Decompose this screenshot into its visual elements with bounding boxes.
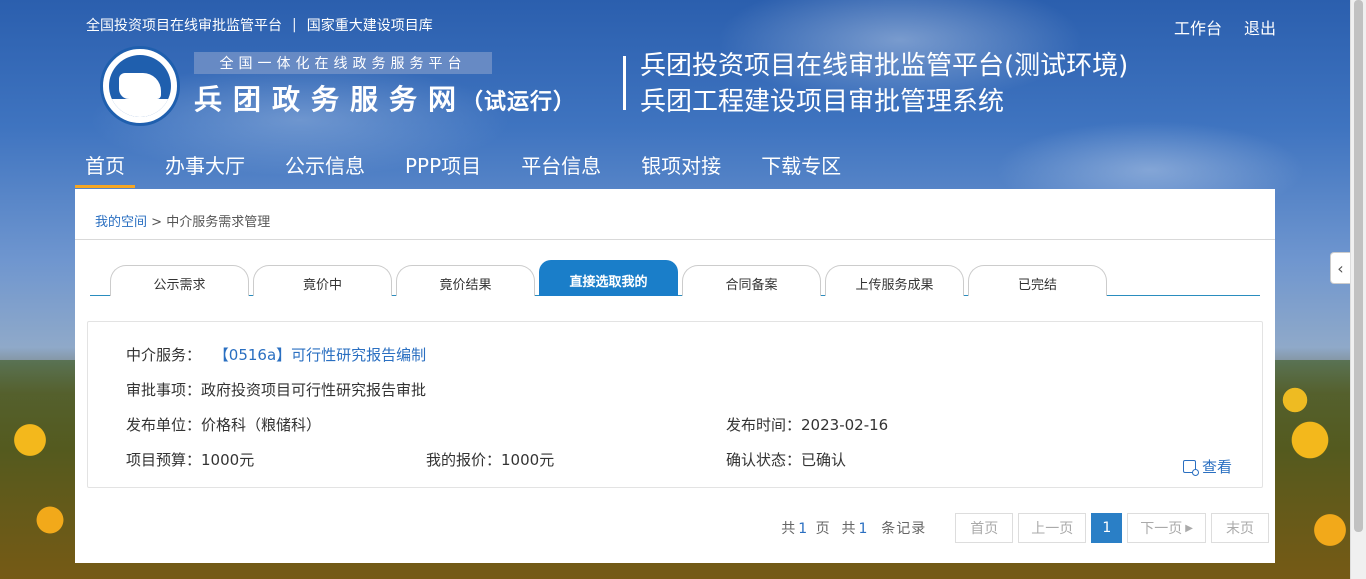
nav-item-service-hall[interactable]: 办事大厅 bbox=[155, 140, 255, 188]
last-page-button[interactable]: 末页 bbox=[1211, 513, 1269, 543]
confirm-status-value: 已确认 bbox=[801, 451, 847, 469]
nav-item-ppp[interactable]: PPP项目 bbox=[395, 140, 491, 188]
top-link-national-platform[interactable]: 全国投资项目在线审批监管平台 bbox=[86, 15, 282, 35]
breadcrumb-home[interactable]: 我的空间 bbox=[95, 215, 147, 230]
user-links: 工作台 退出 bbox=[1174, 15, 1276, 39]
publisher-value: 价格科（粮储科） bbox=[201, 416, 322, 434]
nav-item-home[interactable]: 首页 bbox=[75, 140, 135, 188]
site-logo[interactable] bbox=[100, 46, 180, 126]
tab-completed[interactable]: 已完结 bbox=[968, 265, 1107, 296]
top-links: 全国投资项目在线审批监管平台 | 国家重大建设项目库 bbox=[86, 15, 433, 35]
approval-value: 政府投资项目可行性研究报告审批 bbox=[201, 381, 427, 399]
total-records-prefix: 共 bbox=[841, 521, 857, 537]
nav-item-platform-info[interactable]: 平台信息 bbox=[511, 140, 611, 188]
publisher-field: 发布单位：价格科（粮储科） bbox=[126, 414, 321, 435]
logout-link[interactable]: 退出 bbox=[1244, 15, 1276, 39]
title-divider bbox=[623, 56, 626, 110]
my-quote-field: 我的报价：1000元 bbox=[426, 449, 554, 470]
publish-time-field: 发布时间：2023-02-16 bbox=[726, 414, 888, 435]
top-link-project-library[interactable]: 国家重大建设项目库 bbox=[307, 15, 433, 35]
confirm-status-label: 确认状态： bbox=[726, 451, 802, 469]
approval-row: 审批事项：政府投资项目可行性研究报告审批 bbox=[126, 379, 426, 400]
breadcrumb-current: 中介服务需求管理 bbox=[166, 215, 271, 230]
tab-upload-results[interactable]: 上传服务成果 bbox=[825, 265, 964, 296]
publish-time-label: 发布时间： bbox=[726, 416, 802, 434]
tab-bid-results[interactable]: 竟价结果 bbox=[396, 265, 535, 296]
total-records: 1 bbox=[858, 521, 869, 537]
top-link-separator: | bbox=[292, 17, 297, 33]
service-row: 中介服务： 【0516a】可行性研究报告编制 bbox=[126, 344, 426, 365]
vertical-scrollbar[interactable] bbox=[1350, 0, 1366, 579]
site-name-text: 兵团政务服务网 bbox=[194, 83, 468, 116]
site-name-suffix: （试运行） bbox=[461, 90, 577, 115]
main-nav: 首页 办事大厅 公示信息 PPP项目 平台信息 银项对接 下载专区 bbox=[75, 140, 871, 188]
budget-label: 项目预算： bbox=[126, 451, 202, 469]
budget-value: 1000元 bbox=[201, 451, 255, 469]
platform-title: 兵团投资项目在线审批监管平台(测试环境) 兵团工程建设项目审批管理系统 bbox=[640, 48, 1128, 120]
pagination-info: 共1 页 共1 条记录 bbox=[781, 518, 926, 538]
tab-public-demand[interactable]: 公示需求 bbox=[110, 265, 249, 296]
chevron-left-icon: ‹ bbox=[1337, 258, 1344, 278]
site-name: 兵团政务服务网（试运行） bbox=[194, 78, 576, 118]
main-panel: 我的空间 > 中介服务需求管理 公示需求 竟价中 竟价结果 直接选取我的 合同备… bbox=[75, 189, 1275, 563]
total-pages-prefix: 共 bbox=[781, 521, 797, 537]
view-icon bbox=[1182, 460, 1199, 476]
logo-emblem-icon bbox=[109, 55, 171, 117]
my-quote-label: 我的报价： bbox=[426, 451, 502, 469]
prev-page-button[interactable]: 上一页 bbox=[1018, 513, 1087, 543]
publisher-label: 发布单位： bbox=[126, 416, 202, 434]
confirm-status-field: 确认状态：已确认 bbox=[726, 449, 846, 470]
pages-unit: 页 bbox=[815, 521, 831, 537]
approval-label: 审批事项： bbox=[126, 381, 202, 399]
next-page-button[interactable]: 下一页 ▶ bbox=[1127, 513, 1206, 543]
scrollbar-thumb[interactable] bbox=[1354, 0, 1363, 532]
publish-time-value: 2023-02-16 bbox=[801, 416, 889, 434]
tab-directly-selected[interactable]: 直接选取我的 bbox=[539, 260, 678, 296]
records-unit: 条记录 bbox=[881, 521, 927, 537]
workbench-link[interactable]: 工作台 bbox=[1174, 15, 1222, 39]
pagination: 共1 页 共1 条记录 首页 上一页 1 下一页 ▶ 末页 bbox=[781, 513, 1269, 543]
tab-bar: 公示需求 竟价中 竟价结果 直接选取我的 合同备案 上传服务成果 已完结 bbox=[90, 260, 1260, 296]
platform-title-line2: 兵团工程建设项目审批管理系统 bbox=[640, 87, 1005, 117]
current-page-button[interactable]: 1 bbox=[1091, 513, 1123, 543]
breadcrumb-separator: > bbox=[151, 215, 163, 230]
caret-right-icon: ▶ bbox=[1185, 522, 1193, 534]
first-page-button[interactable]: 首页 bbox=[955, 513, 1014, 543]
service-record-card: 中介服务： 【0516a】可行性研究报告编制 审批事项：政府投资项目可行性研究报… bbox=[87, 321, 1263, 488]
next-page-label: 下一页 bbox=[1140, 521, 1183, 537]
view-button[interactable]: 查看 bbox=[1182, 456, 1232, 477]
service-link[interactable]: 【0516a】可行性研究报告编制 bbox=[214, 346, 426, 364]
total-pages: 1 bbox=[798, 521, 809, 537]
my-quote-value: 1000元 bbox=[501, 451, 555, 469]
budget-field: 项目预算：1000元 bbox=[126, 449, 254, 470]
view-label: 查看 bbox=[1201, 458, 1232, 476]
breadcrumb: 我的空间 > 中介服务需求管理 bbox=[75, 189, 1275, 240]
platform-title-line1: 兵团投资项目在线审批监管平台(测试环境) bbox=[640, 51, 1129, 81]
service-label: 中介服务： bbox=[126, 346, 202, 364]
site-slogan: 全国一体化在线政务服务平台 bbox=[194, 52, 492, 74]
tab-bidding[interactable]: 竟价中 bbox=[253, 265, 392, 296]
side-panel-toggle[interactable]: ‹ bbox=[1330, 252, 1350, 284]
nav-item-bank-project[interactable]: 银项对接 bbox=[631, 140, 731, 188]
tab-contract-filing[interactable]: 合同备案 bbox=[682, 265, 821, 296]
nav-item-downloads[interactable]: 下载专区 bbox=[751, 140, 851, 188]
nav-item-public-info[interactable]: 公示信息 bbox=[275, 140, 375, 188]
